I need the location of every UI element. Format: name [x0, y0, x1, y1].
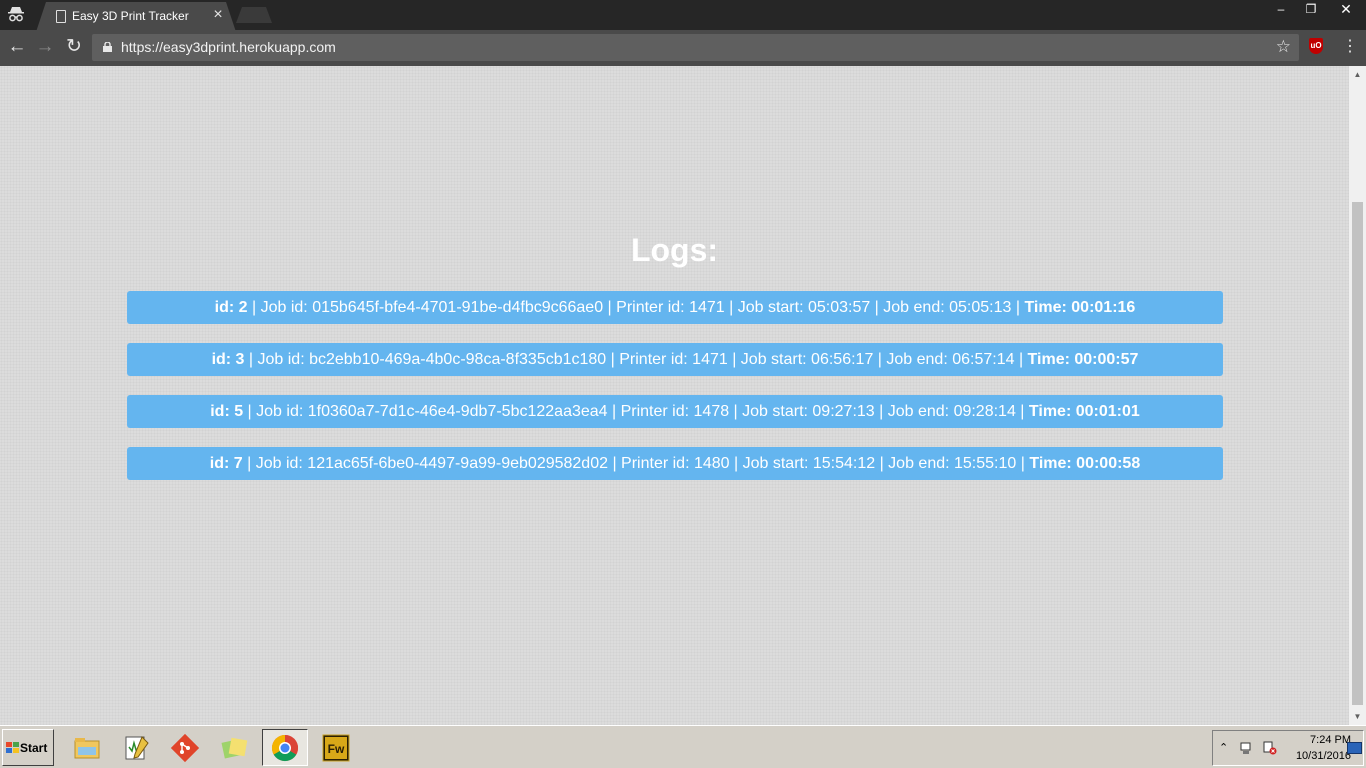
scroll-thumb[interactable] [1352, 202, 1363, 705]
fireworks-label: Fw [328, 742, 345, 756]
bookmark-star-icon[interactable]: ☆ [1276, 37, 1291, 57]
log-duration: Time: 00:00:57 [1027, 351, 1139, 368]
page-title: Logs: [630, 232, 719, 268]
tab-close-icon[interactable]: × [210, 6, 226, 24]
log-duration: Time: 00:01:01 [1028, 403, 1140, 420]
minimize-button[interactable]: – [1266, 0, 1296, 18]
log-details: | Job id: 121ac65f-6be0-4497-9a99-9eb029… [242, 455, 1030, 472]
show-desktop-icon[interactable] [1347, 742, 1362, 754]
notepad-icon [125, 736, 149, 760]
log-details: | Job id: bc2ebb10-469a-4b0c-98ca-8f335c… [244, 351, 1028, 368]
taskbar-file-explorer[interactable] [64, 729, 110, 766]
log-entry: id: 7 | Job id: 121ac65f-6be0-4497-9a99-… [127, 447, 1223, 480]
vertical-scrollbar[interactable]: ▲ ▼ [1349, 66, 1366, 725]
chrome-icon [271, 734, 299, 762]
security-alert-icon[interactable] [1263, 741, 1277, 755]
back-arrow-icon[interactable]: ← [6, 36, 28, 58]
system-tray: ⌃ 7:24 PM 10/31/2016 [1212, 730, 1364, 766]
ublock-extension-icon[interactable]: uO [1309, 38, 1323, 54]
taskbar: Start Fw ⌃ 7:24 PM 10/31/2016 [0, 725, 1366, 768]
log-entry: id: 2 | Job id: 015b645f-bfe4-4701-91be-… [127, 291, 1223, 324]
page-viewport: Logs: id: 2 | Job id: 015b645f-bfe4-4701… [0, 66, 1349, 725]
new-tab-button[interactable] [236, 7, 272, 23]
log-details: | Job id: 015b645f-bfe4-4701-91be-d4fbc9… [247, 299, 1025, 316]
tab-title: Easy 3D Print Tracker [72, 9, 189, 23]
log-duration: Time: 00:00:58 [1029, 455, 1141, 472]
taskbar-git[interactable] [162, 729, 208, 766]
taskbar-notepad[interactable] [113, 729, 159, 766]
browser-toolbar: ← → ↻ https://easy3dprint.herokuapp.com … [0, 30, 1366, 66]
log-id: id: 7 [209, 455, 243, 472]
file-explorer-icon [74, 738, 100, 759]
start-button[interactable]: Start [2, 729, 54, 766]
reload-icon[interactable]: ↻ [63, 36, 85, 58]
log-duration: Time: 00:01:16 [1024, 299, 1136, 316]
scroll-down-arrow-icon[interactable]: ▼ [1349, 708, 1366, 725]
address-bar[interactable]: https://easy3dprint.herokuapp.com ☆ [92, 34, 1299, 61]
fireworks-icon: Fw [322, 734, 350, 762]
menu-dots-icon[interactable]: ⋮ [1342, 36, 1358, 58]
forward-arrow-icon[interactable]: → [34, 36, 56, 58]
log-entry: id: 3 | Job id: bc2ebb10-469a-4b0c-98ca-… [127, 343, 1223, 376]
incognito-icon [8, 7, 24, 22]
browser-titlebar: Easy 3D Print Tracker × – ❐ ✕ [0, 0, 1366, 32]
log-id: id: 3 [211, 351, 245, 368]
taskbar-sticky-notes[interactable] [212, 729, 258, 766]
scroll-up-arrow-icon[interactable]: ▲ [1349, 66, 1366, 83]
tray-expand-icon[interactable]: ⌃ [1219, 741, 1228, 754]
start-label: Start [20, 741, 48, 755]
url-text: https://easy3dprint.herokuapp.com [121, 39, 336, 55]
network-icon[interactable] [1239, 741, 1253, 755]
log-list: id: 2 | Job id: 015b645f-bfe4-4701-91be-… [127, 291, 1223, 499]
log-id: id: 5 [210, 403, 244, 420]
close-window-button[interactable]: ✕ [1326, 0, 1366, 18]
sticky-notes-icon [221, 737, 248, 759]
window-controls: – ❐ ✕ [1266, 0, 1366, 18]
log-id: id: 2 [214, 299, 248, 316]
tab-active[interactable]: Easy 3D Print Tracker × [36, 2, 236, 32]
lock-icon [103, 42, 112, 52]
taskbar-fireworks[interactable]: Fw [313, 729, 359, 766]
maximize-button[interactable]: ❐ [1296, 0, 1326, 18]
log-entry: id: 5 | Job id: 1f0360a7-7d1c-46e4-9db7-… [127, 395, 1223, 428]
git-icon [170, 733, 200, 763]
clock-time: 7:24 PM [1310, 734, 1351, 746]
page-icon [56, 10, 66, 23]
windows-flag-icon [6, 742, 19, 753]
clock-date: 10/31/2016 [1295, 750, 1351, 762]
taskbar-chrome[interactable] [262, 729, 308, 766]
log-details: | Job id: 1f0360a7-7d1c-46e4-9db7-5bc122… [243, 403, 1029, 420]
